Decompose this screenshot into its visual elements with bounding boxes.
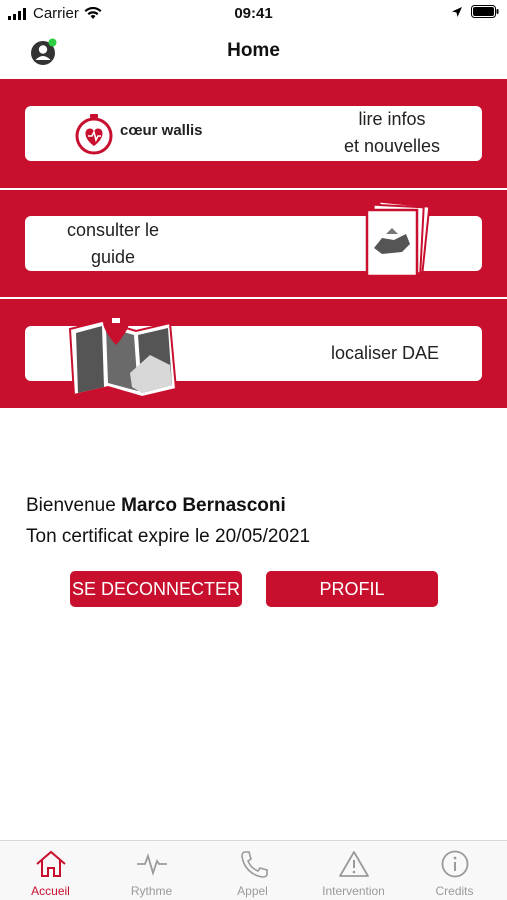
- tab-rythme[interactable]: Rythme: [101, 841, 202, 900]
- guide-label-line2: guide: [90, 247, 136, 267]
- guide-panel: consulter le guide: [0, 190, 507, 297]
- navigation-bar: Home: [0, 28, 507, 78]
- home-icon: [36, 850, 66, 877]
- tab-label-intervention: Intervention: [322, 884, 385, 898]
- tab-label-appel: Appel: [237, 884, 268, 898]
- status-bar: Carrier 09:41: [0, 0, 507, 28]
- news-label-line1: lire infos: [358, 109, 426, 129]
- news-card[interactable]: cœur wallis lire infos et nouvelles: [25, 106, 482, 161]
- map-panel: localiser DAE: [0, 299, 507, 408]
- warning-icon: [339, 851, 369, 877]
- news-label-line2: et nouvelles: [343, 136, 441, 156]
- info-icon: [441, 850, 469, 878]
- user-name: Marco Bernasconi: [121, 495, 286, 516]
- welcome-line: Bienvenue Marco Bernasconi: [26, 490, 310, 521]
- tab-label-credits: Credits: [435, 884, 474, 898]
- tab-credits[interactable]: Credits: [404, 841, 505, 900]
- tab-intervention[interactable]: Intervention: [303, 841, 404, 900]
- map-label: localiser DAE: [330, 343, 440, 363]
- page-title: Home: [227, 40, 280, 61]
- status-right: [451, 5, 499, 18]
- certificate-expiry: Ton certificat expire le 20/05/2021: [26, 526, 311, 547]
- map-pin-icon: [68, 309, 178, 397]
- brand-label: cœur wallis: [120, 122, 203, 139]
- tab-label-rythme: Rythme: [130, 884, 173, 898]
- heartbeat-icon: [137, 853, 167, 877]
- tab-bar: Accueil Rythme Appel Intervention Credit…: [0, 840, 507, 900]
- greeting-prefix: Bienvenue: [26, 495, 122, 516]
- profile-button[interactable]: PROFIL: [266, 571, 438, 607]
- battery-icon: [471, 5, 499, 18]
- guide-book-icon: [365, 200, 431, 278]
- tab-label-accueil: Accueil: [31, 884, 70, 898]
- welcome-section: Bienvenue Marco Bernasconi Ton certifica…: [26, 490, 310, 552]
- phone-icon: [241, 851, 268, 878]
- coeur-wallis-logo-icon: [75, 114, 113, 155]
- tab-accueil[interactable]: Accueil: [0, 841, 101, 900]
- guide-label-line1: consulter le: [66, 220, 160, 240]
- news-panel: cœur wallis lire infos et nouvelles: [0, 79, 507, 188]
- location-arrow-icon: [452, 6, 462, 17]
- tab-appel[interactable]: Appel: [202, 841, 303, 900]
- logout-button[interactable]: SE DECONNECTER: [70, 571, 242, 607]
- status-time: 09:41: [234, 5, 273, 22]
